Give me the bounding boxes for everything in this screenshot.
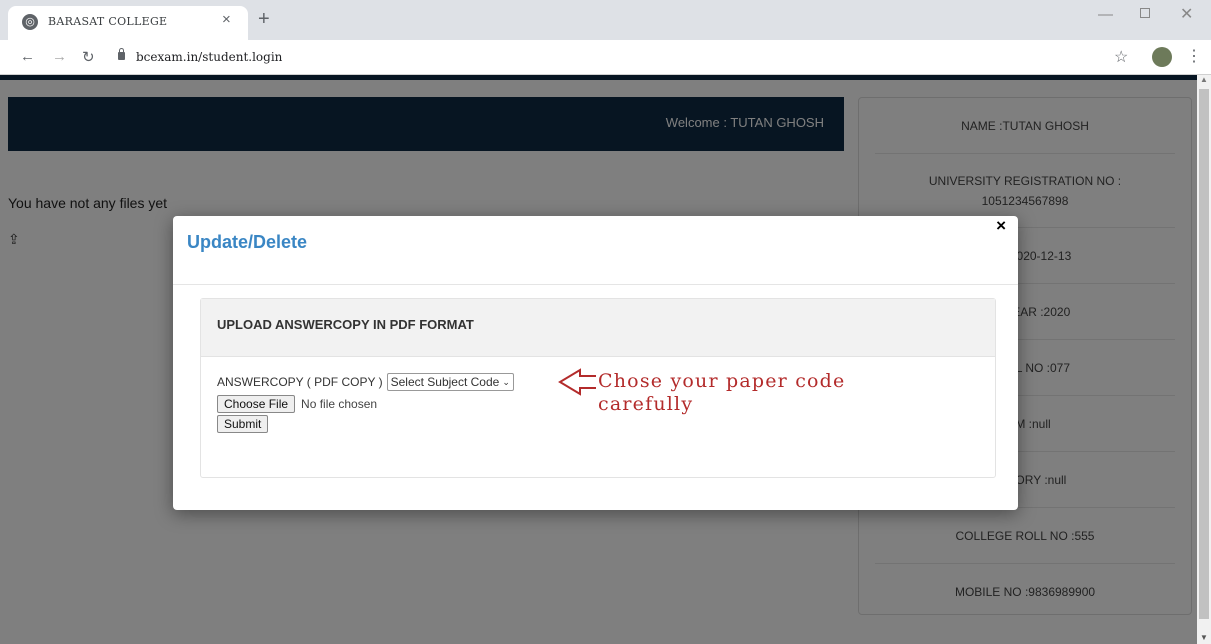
submit-row: Submit — [217, 415, 979, 433]
modal-title: Update/Delete — [187, 232, 308, 252]
annotation-line-2: carefully — [598, 393, 694, 415]
new-tab-button[interactable]: + — [258, 8, 270, 31]
scroll-down-icon[interactable]: ▼ — [1200, 633, 1208, 642]
submit-button[interactable]: Submit — [217, 415, 269, 433]
browser-tab[interactable]: ◎ BARASAT COLLEGE × — [8, 6, 248, 40]
close-icon[interactable]: × — [996, 216, 1006, 236]
choose-file-button[interactable]: Choose File — [217, 395, 296, 413]
url-field[interactable]: bcexam.in/student.login — [136, 50, 282, 64]
tab-title: BARASAT COLLEGE — [48, 15, 168, 28]
lock-icon[interactable] — [118, 48, 125, 60]
annotation-arrow-icon — [558, 368, 596, 396]
annotation-line-1: Chose your paper code — [598, 370, 846, 392]
reload-icon[interactable]: ↻ — [82, 48, 95, 66]
window-close-icon[interactable]: ✕ — [1180, 4, 1193, 24]
modal-divider — [173, 284, 1018, 285]
avatar[interactable] — [1152, 47, 1172, 67]
scroll-up-icon[interactable]: ▲ — [1200, 75, 1208, 84]
annotation-text: Chose your paper code carefully — [598, 370, 846, 416]
update-delete-modal: Update/Delete × UPLOAD ANSWERCOPY IN PDF… — [173, 216, 1018, 510]
minimize-icon[interactable]: — — [1098, 6, 1113, 23]
answercopy-label: ANSWERCOPY ( PDF COPY ) — [217, 375, 383, 389]
kebab-menu-icon[interactable]: ⋮ — [1186, 46, 1202, 66]
tab-close-button[interactable]: × — [222, 11, 231, 28]
globe-icon: ◎ — [22, 14, 38, 30]
star-icon[interactable]: ☆ — [1114, 47, 1128, 67]
scroll-thumb[interactable] — [1199, 89, 1209, 619]
maximize-icon[interactable] — [1140, 8, 1150, 18]
page-scrollbar[interactable]: ▲ ▼ — [1197, 75, 1211, 644]
browser-tab-bar: ◎ BARASAT COLLEGE × + — ✕ — [0, 0, 1211, 40]
address-bar: ← → ↻ bcexam.in/student.login ☆ ⋮ — [0, 40, 1211, 75]
back-arrow-icon[interactable]: ← — [20, 48, 35, 65]
panel-heading: UPLOAD ANSWERCOPY IN PDF FORMAT — [201, 299, 995, 357]
no-file-chosen-text: No file chosen — [301, 397, 378, 411]
forward-arrow-icon[interactable]: → — [52, 48, 67, 65]
